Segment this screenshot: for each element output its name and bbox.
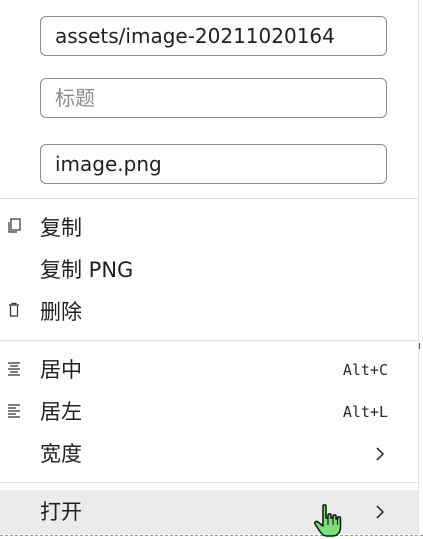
copy-png-label: 复制 PNG [40,258,134,282]
image-title-input[interactable]: 标题 [40,78,387,118]
copy-icon [8,218,21,233]
copy-png-menu-item[interactable]: 复制 PNG [0,248,418,292]
copy-menu-item[interactable]: 复制 [0,206,418,250]
width-label: 宽度 [40,442,82,466]
delete-menu-item[interactable]: 删除 [0,290,418,334]
image-selection-border [0,535,423,536]
chevron-right-icon [376,505,385,519]
menu-divider [0,482,418,483]
trash-icon [9,302,19,317]
chevron-right-icon [376,447,385,461]
image-path-input[interactable]: assets/image-20211020164 [40,16,387,56]
image-context-menu: assets/image-20211020164 标题 image.png 复制… [0,0,419,535]
align-center-shortcut: Alt+C [342,361,388,379]
menu-divider [0,340,418,341]
align-center-icon [8,362,20,376]
open-label: 打开 [40,500,82,524]
copy-label: 复制 [40,216,82,240]
align-left-shortcut: Alt+L [342,403,388,421]
hand-pointer-icon [314,504,342,537]
menu-divider [0,198,418,199]
image-alt-input[interactable]: image.png [40,144,387,184]
delete-label: 删除 [40,300,82,324]
width-menu-item[interactable]: 宽度 [0,432,418,476]
align-left-icon [8,404,20,418]
open-menu-item[interactable]: 打开 [0,490,418,534]
align-center-label: 居中 [40,358,82,382]
align-center-menu-item[interactable]: 居中 Alt+C [0,348,418,392]
align-left-label: 居左 [40,400,82,424]
resize-handle [419,343,423,349]
align-left-menu-item[interactable]: 居左 Alt+L [0,390,418,434]
